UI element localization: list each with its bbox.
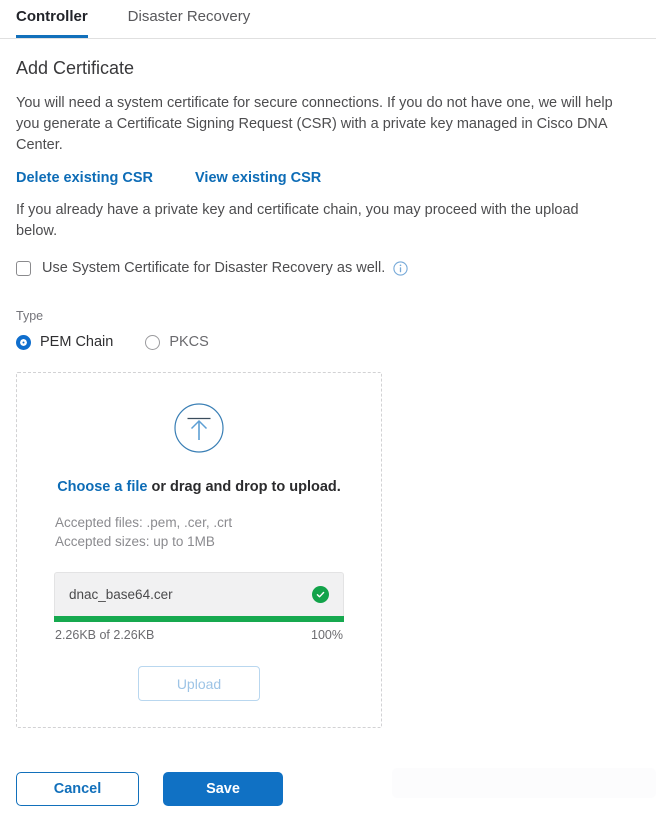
tab-controller-label: Controller (16, 8, 88, 25)
radio-option-pkcs[interactable]: PKCS (145, 333, 209, 351)
footer-actions: Cancel Save (16, 772, 283, 806)
delete-existing-csr-link[interactable]: Delete existing CSR (16, 168, 153, 188)
uploaded-file-chip[interactable]: dnac_base64.cer (54, 572, 344, 616)
cancel-button[interactable]: Cancel (16, 772, 139, 806)
page-content: Add Certificate You will need a system c… (0, 39, 656, 728)
type-label: Type (16, 309, 44, 323)
accepted-files-text: Accepted files: .pem, .cer, .crt (55, 515, 233, 530)
upload-arrow-circle-icon (174, 403, 224, 453)
accepted-sizes-text: Accepted sizes: up to 1MB (55, 534, 215, 549)
tab-bar: Controller Disaster Recovery (0, 0, 656, 39)
upload-size-text: 2.26KB of 2.26KB (55, 628, 155, 642)
background-panel-artifact (392, 768, 656, 798)
choose-a-file-link[interactable]: Choose a file (57, 479, 147, 495)
upload-hint-text: If you already have a private key and ce… (16, 202, 579, 239)
tab-controller[interactable]: Controller (16, 0, 88, 38)
radio-pem-chain-control[interactable] (16, 334, 31, 350)
view-existing-csr-link[interactable]: View existing CSR (195, 168, 321, 188)
use-system-certificate-checkbox[interactable] (16, 260, 31, 276)
upload-percent-text: 100% (311, 628, 343, 642)
dropzone-main-text: Choose a file or drag and drop to upload… (17, 477, 381, 497)
info-icon[interactable] (393, 260, 408, 276)
disaster-recovery-checkbox-row: Use System Certificate for Disaster Reco… (16, 258, 640, 278)
file-dropzone[interactable]: Choose a file or drag and drop to upload… (16, 372, 382, 728)
use-system-certificate-label: Use System Certificate for Disaster Reco… (42, 260, 386, 276)
radio-pem-chain-label: PEM Chain (40, 334, 114, 350)
page-title: Add Certificate (16, 58, 135, 78)
tab-disaster-recovery[interactable]: Disaster Recovery (128, 0, 251, 37)
radio-option-pem-chain[interactable]: PEM Chain (16, 333, 113, 351)
radio-pkcs-control[interactable] (145, 334, 161, 350)
csr-links: Delete existing CSR View existing CSR (16, 168, 640, 188)
upload-button[interactable]: Upload (138, 666, 260, 701)
uploaded-file-name: dnac_base64.cer (69, 586, 173, 602)
drag-and-drop-text: or drag and drop to upload. (147, 479, 341, 495)
type-radio-group: PEM Chain PKCS (16, 333, 640, 351)
radio-pkcs-label: PKCS (169, 334, 209, 350)
uploaded-file-block: dnac_base64.cer 2.26KB of 2.26KB 100% (54, 572, 344, 644)
check-circle-icon (312, 586, 329, 603)
uploaded-file-meta: 2.26KB of 2.26KB 100% (54, 622, 344, 644)
intro-text: You will need a system certificate for s… (16, 95, 613, 153)
save-button[interactable]: Save (163, 772, 283, 806)
tab-disaster-recovery-label: Disaster Recovery (127, 8, 251, 25)
